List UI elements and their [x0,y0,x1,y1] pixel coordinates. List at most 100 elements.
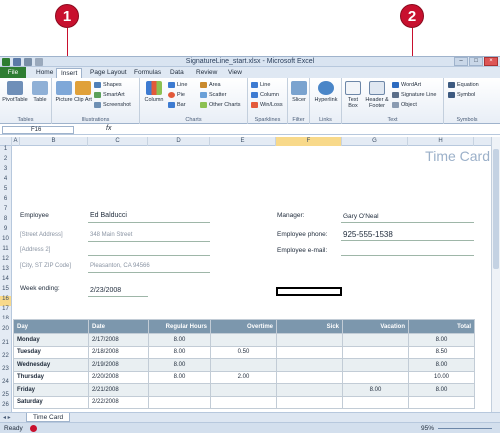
table-cell[interactable]: 2/18/2008 [88,345,149,359]
select-all-corner[interactable] [0,137,12,146]
line-chart-button[interactable]: Line [168,81,187,89]
table-cell[interactable]: Monday [13,333,89,347]
table-cell[interactable] [276,333,343,347]
table-cell[interactable]: 8.00 [148,333,211,347]
table-cell[interactable] [276,358,343,372]
tab-file[interactable]: File [0,67,26,78]
employee-phone-value[interactable]: 925-555-1538 [343,230,393,239]
scatter-chart-button[interactable]: Scatter [200,91,226,99]
column-header-c[interactable]: C [88,137,148,146]
table-cell[interactable]: 8.00 [148,345,211,359]
row-header[interactable]: 5 [0,186,12,196]
table-cell[interactable]: 2/20/2008 [88,370,149,384]
row-header[interactable]: 2 [0,156,12,166]
shapes-button[interactable]: Shapes [94,81,122,89]
selected-cell-f16[interactable] [276,287,342,296]
fx-icon[interactable]: fx [106,125,111,132]
table-cell[interactable]: Wednesday [13,358,89,372]
column-header-e[interactable]: E [210,137,276,146]
row-header[interactable]: 6 [0,196,12,206]
tab-home[interactable]: Home [32,68,57,78]
zoom-slider[interactable] [438,428,492,429]
row-header[interactable]: 10 [0,236,12,246]
column-header-a[interactable]: A [12,137,20,146]
bar-chart-button[interactable]: Bar [168,101,186,109]
other-charts-button[interactable]: Other Charts [200,101,240,109]
table-cell[interactable] [276,395,343,409]
table-cell[interactable]: 8.50 [408,345,475,359]
table-cell[interactable]: Saturday [13,395,89,409]
row-header[interactable]: 4 [0,176,12,186]
row-header[interactable]: 9 [0,226,12,236]
tab-insert[interactable]: Insert [56,68,83,78]
table-button[interactable]: Table [30,81,50,103]
signature-line-button[interactable]: Signature Line [392,91,436,99]
macro-record-icon[interactable] [30,425,37,432]
table-cell[interactable] [210,333,277,347]
row-header[interactable]: 17 [0,306,12,316]
table-cell[interactable]: 8.00 [148,370,211,384]
sparkline-line-button[interactable]: Line [251,81,270,89]
table-cell[interactable]: 2/21/2008 [88,383,149,397]
row-header[interactable]: 15 [0,286,12,296]
row-header[interactable]: 8 [0,216,12,226]
table-cell[interactable] [342,345,409,359]
pivottable-button[interactable]: PivotTable [2,81,28,103]
table-header[interactable]: Date [88,319,149,334]
table-cell[interactable]: 2/19/2008 [88,358,149,372]
employee-name[interactable]: Ed Balducci [90,212,127,219]
vertical-scrollbar[interactable] [491,137,500,412]
symbol-button[interactable]: Symbol [448,91,475,99]
row-header[interactable]: 23 [0,363,12,376]
column-header-g[interactable]: G [342,137,408,146]
object-button[interactable]: Object [392,101,417,109]
table-cell[interactable] [342,358,409,372]
table-cell[interactable] [408,395,475,409]
table-cell[interactable] [342,370,409,384]
row-header[interactable]: 21 [0,337,12,350]
column-header-b[interactable]: B [20,137,88,146]
table-cell[interactable]: 0.50 [210,345,277,359]
tab-view[interactable]: View [224,68,246,78]
row-header[interactable]: 3 [0,166,12,176]
table-cell[interactable] [210,383,277,397]
table-header[interactable]: Day [13,319,89,334]
table-cell[interactable] [148,383,211,397]
city-value[interactable]: Pleasanton, CA 94566 [90,263,150,269]
vertical-scroll-thumb[interactable] [493,149,499,269]
hyperlink-button[interactable]: Hyperlink [312,81,340,103]
row-header[interactable]: 12 [0,256,12,266]
table-cell[interactable] [210,395,277,409]
table-cell[interactable]: 8.00 [148,358,211,372]
zoom-level[interactable]: 95% [421,425,434,432]
wordart-button[interactable]: WordArt [392,81,421,89]
tab-review[interactable]: Review [192,68,221,78]
manager-value[interactable]: Gary O'Neal [343,213,379,220]
table-cell[interactable]: 8.00 [342,383,409,397]
column-header-h[interactable]: H [408,137,474,146]
tab-page-layout[interactable]: Page Layout [86,68,131,78]
close-button[interactable]: × [484,57,498,66]
column-header-f[interactable]: F [276,137,342,146]
table-cell[interactable]: Tuesday [13,345,89,359]
row-header[interactable]: 11 [0,246,12,256]
table-cell[interactable] [148,395,211,409]
area-chart-button[interactable]: Area [200,81,221,89]
row-header[interactable]: 25 [0,389,12,402]
clipart-button[interactable]: Clip Art [74,81,92,103]
tab-formulas[interactable]: Formulas [130,68,165,78]
row-header[interactable]: 1 [0,146,12,156]
table-cell[interactable] [276,370,343,384]
table-cell[interactable] [342,395,409,409]
table-cell[interactable]: 8.00 [408,358,475,372]
row-header[interactable]: 24 [0,376,12,389]
table-cell[interactable]: 2/22/2008 [88,395,149,409]
table-cell[interactable] [276,383,343,397]
row-header[interactable]: 16 [0,296,12,306]
pie-chart-button[interactable]: Pie [168,91,185,99]
table-cell[interactable] [276,345,343,359]
row-header[interactable]: 7 [0,206,12,216]
sparkline-column-button[interactable]: Column [251,91,279,99]
name-box[interactable]: F16 [2,126,74,134]
table-header[interactable]: Total [408,319,475,334]
